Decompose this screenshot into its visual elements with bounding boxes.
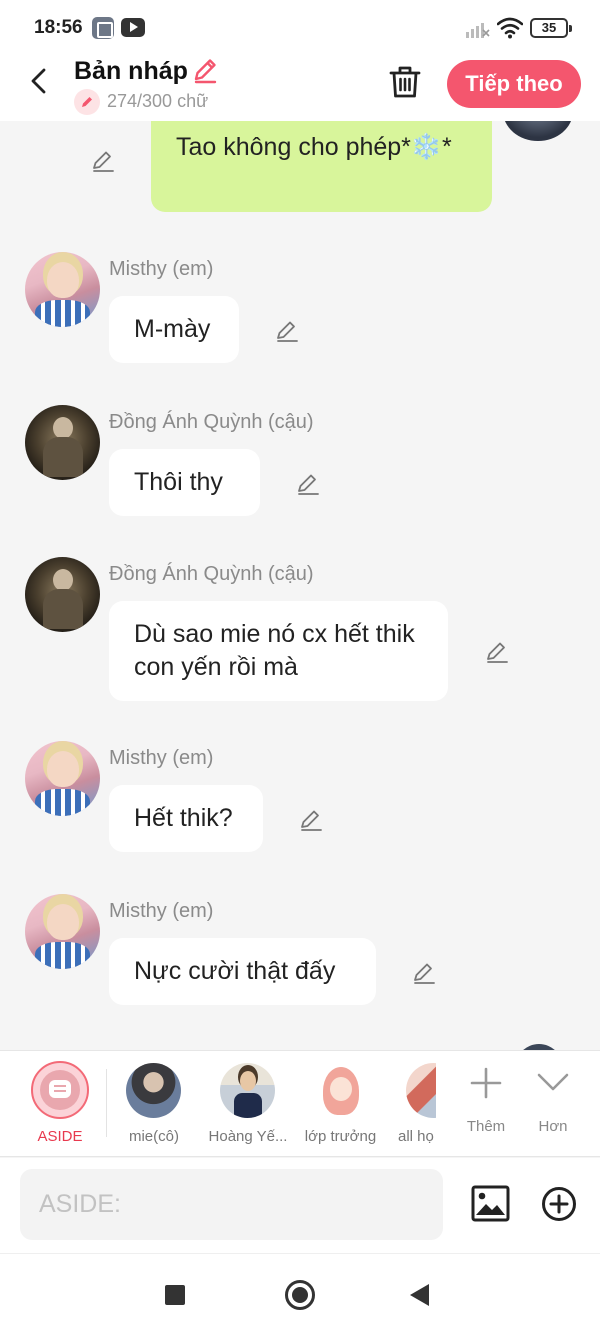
- message-input[interactable]: [20, 1169, 443, 1240]
- next-button[interactable]: Tiếp theo: [447, 60, 581, 108]
- battery-icon: 35: [530, 18, 572, 38]
- avatar: [503, 121, 573, 141]
- screenshot-notification-icon: [92, 17, 114, 39]
- add-circle-icon[interactable]: [541, 1186, 577, 1222]
- sender-name: Đồng Ánh Quỳnh (cậu): [109, 411, 314, 433]
- home-icon[interactable]: [285, 1280, 315, 1310]
- aside-chat-icon: [49, 1080, 71, 1098]
- chevron-down-icon[interactable]: [537, 1071, 569, 1093]
- back-triangle-icon[interactable]: [410, 1284, 429, 1306]
- character-label: lớp trưởng: [304, 1128, 377, 1145]
- avatar[interactable]: [25, 894, 100, 969]
- less-label[interactable]: Hơn: [530, 1118, 576, 1135]
- chat-area[interactable]: Tao không cho phép*❄️* Misthy (em) M-mày…: [0, 121, 600, 1050]
- message-bubble-self[interactable]: Tao không cho phép*❄️*: [151, 121, 492, 212]
- sender-name: Đồng Ánh Quỳnh (cậu): [109, 563, 314, 585]
- plus-icon[interactable]: [470, 1067, 502, 1099]
- status-bar: 18:56 35: [0, 0, 600, 56]
- composer: [0, 1158, 600, 1253]
- back-arrow-icon[interactable]: [24, 66, 54, 96]
- character-avatar[interactable]: [126, 1063, 181, 1118]
- pencil-icon[interactable]: [484, 639, 510, 665]
- character-avatar[interactable]: [406, 1063, 436, 1118]
- recents-icon[interactable]: [165, 1285, 185, 1305]
- more-label[interactable]: Thêm: [460, 1118, 512, 1135]
- app-header: Bản nháp 274/300 chữ Tiếp theo: [0, 56, 600, 121]
- page-title: Bản nháp: [74, 57, 188, 85]
- character-avatar[interactable]: [313, 1063, 368, 1118]
- character-item-partial[interactable]: all họ: [398, 1051, 436, 1157]
- message-bubble[interactable]: Hết thik?: [109, 785, 263, 852]
- wifi-icon: [497, 17, 523, 39]
- character-label: Hoàng Yế...: [208, 1128, 288, 1145]
- character-avatar[interactable]: [220, 1063, 275, 1118]
- image-icon[interactable]: [471, 1185, 510, 1222]
- aside-character-button[interactable]: [31, 1061, 89, 1119]
- avatar[interactable]: [25, 252, 100, 327]
- pencil-icon[interactable]: [298, 807, 324, 833]
- pencil-icon[interactable]: [274, 318, 300, 344]
- divider: [106, 1069, 107, 1137]
- character-label: mie(cô): [128, 1128, 179, 1145]
- sender-name: Misthy (em): [109, 258, 214, 280]
- sender-name: Misthy (em): [109, 747, 214, 769]
- avatar[interactable]: [25, 557, 100, 632]
- message-bubble[interactable]: Thôi thy: [109, 449, 260, 516]
- word-count: 274/300 chữ: [107, 91, 209, 111]
- edit-badge-icon: [74, 89, 100, 115]
- system-nav-bar: [0, 1253, 600, 1333]
- message-bubble[interactable]: M-mày: [109, 296, 239, 363]
- message-bubble[interactable]: Dù sao mie nó cx hết thik con yến rồi mà: [109, 601, 448, 701]
- avatar[interactable]: [25, 741, 100, 816]
- pencil-icon[interactable]: [295, 471, 321, 497]
- status-time: 18:56: [34, 17, 83, 38]
- avatar[interactable]: [25, 405, 100, 480]
- message-bubble[interactable]: Nực cười thật đấy: [109, 938, 376, 1005]
- sender-name: Misthy (em): [109, 900, 214, 922]
- character-label: all họ: [398, 1128, 434, 1145]
- pencil-icon[interactable]: [191, 56, 219, 84]
- pencil-icon[interactable]: [90, 148, 116, 174]
- trash-icon[interactable]: [388, 64, 422, 100]
- pencil-icon[interactable]: [411, 960, 437, 986]
- youtube-notification-icon: [121, 18, 145, 37]
- signal-icon: [466, 23, 490, 38]
- character-selector: ASIDE mie(cô) Hoàng Yế... lớp trưởng all…: [0, 1050, 600, 1157]
- character-label: ASIDE: [37, 1128, 83, 1145]
